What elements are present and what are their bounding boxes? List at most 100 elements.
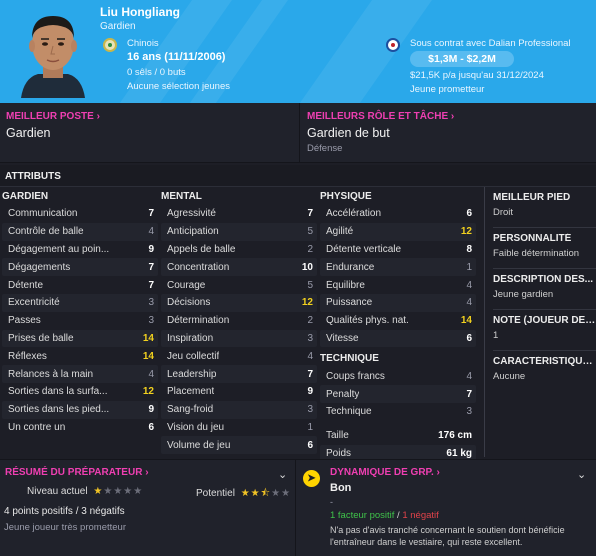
- chevron-right-icon: ›: [145, 467, 149, 478]
- attribute-row[interactable]: Leadership 7: [161, 365, 317, 383]
- best-role-title[interactable]: MEILLEURS RÔLE ET TÂCHE ›: [307, 111, 590, 122]
- nation-flag-icon[interactable]: [103, 38, 117, 52]
- attribute-row[interactable]: Réflexes 14: [2, 347, 158, 365]
- attribute-row[interactable]: Dégagement au poin... 9: [2, 241, 158, 259]
- goalkeeper-column: GARDIEN Communication 7 Contrôle de balle 4…: [2, 187, 158, 436]
- attribute-value: 5: [307, 279, 313, 291]
- attribute-name: Détente: [8, 279, 44, 291]
- attribute-row[interactable]: Penalty 7: [320, 385, 476, 403]
- attribute-row[interactable]: Accélération 6: [320, 205, 476, 223]
- attribute-name: Sorties dans les pied...: [8, 404, 110, 416]
- attribute-row[interactable]: Placement 9: [161, 383, 317, 401]
- attribute-row[interactable]: Relances à la main 4: [2, 365, 158, 383]
- physical-column: PHYSIQUE Accélération 6 Agilité 12 Détente v…: [320, 187, 476, 463]
- attribute-value: 5: [307, 226, 313, 238]
- attribute-value: 1: [307, 421, 313, 433]
- attribute-row[interactable]: Qualités phys. nat. 14: [320, 312, 476, 330]
- attribute-row[interactable]: Décisions 12: [161, 293, 317, 312]
- attribute-name: Décisions: [167, 297, 211, 309]
- coach-report-label: RÉSUMÉ DU PRÉPARATEUR: [5, 467, 143, 478]
- attribute-row[interactable]: Anticipation 5: [161, 222, 317, 241]
- coach-summary: Jeune joueur très prometteur: [4, 522, 126, 533]
- attribute-row[interactable]: Volume de jeu 6: [161, 436, 317, 455]
- star-icon: ★: [240, 488, 251, 499]
- attribute-value: 9: [148, 243, 154, 255]
- attribute-name: Courage: [167, 279, 206, 291]
- dynamics-value: Bon: [330, 482, 352, 494]
- attribute-row[interactable]: Concentration 10: [161, 258, 317, 277]
- attribute-value: 14: [142, 332, 154, 344]
- description-label[interactable]: DESCRIPTION DES...: [493, 274, 596, 285]
- attribute-row[interactable]: Excentricité 3: [2, 293, 158, 312]
- attribute-row[interactable]: Technique 3: [320, 403, 476, 421]
- attribute-value: 10: [301, 261, 313, 273]
- divider: [493, 350, 596, 351]
- attribute-row[interactable]: Communication 7: [2, 205, 158, 223]
- player-name: Liu Hongliang: [100, 5, 180, 19]
- best-position-title[interactable]: MEILLEUR POSTE ›: [6, 111, 293, 122]
- attribute-row[interactable]: Puissance 4: [320, 293, 476, 312]
- attribute-row[interactable]: Endurance 1: [320, 258, 476, 277]
- attribute-value: 7: [307, 368, 313, 380]
- foot-label: MEILLEUR PIED: [493, 192, 571, 203]
- attribute-row[interactable]: Prises de balle 14: [2, 329, 158, 348]
- note-label[interactable]: NOTE (JOUEUR DE C...: [493, 315, 596, 326]
- attribute-name: Contrôle de balle: [8, 226, 84, 238]
- attribute-row[interactable]: Coups francs 4: [320, 367, 476, 385]
- club-badge-icon[interactable]: [386, 38, 400, 52]
- coach-report-panel[interactable]: RÉSUMÉ DU PRÉPARATEUR › ⌄ Niveau actuel …: [0, 460, 296, 556]
- potential-ability-label: Potentiel: [196, 488, 235, 499]
- attribute-row[interactable]: Contrôle de balle 4: [2, 222, 158, 241]
- attribute-value: 3: [307, 332, 313, 344]
- attribute-row[interactable]: Passes 3: [2, 312, 158, 330]
- attribute-row[interactable]: Appels de balle 2: [161, 241, 317, 259]
- dynamics-title[interactable]: DYNAMIQUE DE GRP. ›: [330, 467, 591, 478]
- attribute-row[interactable]: Inspiration 3: [161, 329, 317, 348]
- attribute-value: 4: [148, 226, 154, 238]
- chevron-down-icon[interactable]: ⌄: [577, 468, 586, 481]
- attribute-row[interactable]: Sang-froid 3: [161, 400, 317, 419]
- attribute-value: 12: [460, 226, 472, 238]
- best-role-panel[interactable]: MEILLEURS RÔLE ET TÂCHE › Gardien de but…: [301, 103, 596, 163]
- attribute-value: 14: [142, 350, 154, 362]
- attribute-row[interactable]: Agressivité 7: [161, 205, 317, 223]
- attributes-title: ATTRIBUTS: [0, 165, 596, 187]
- attribute-value: 6: [466, 332, 472, 344]
- attribute-name: Inspiration: [167, 332, 214, 344]
- best-position-panel[interactable]: MEILLEUR POSTE › Gardien: [0, 103, 300, 163]
- attribute-row[interactable]: Détente 7: [2, 276, 158, 294]
- attribute-row[interactable]: Détente verticale 8: [320, 241, 476, 259]
- player-face-image: [21, 16, 85, 98]
- coach-report-title[interactable]: RÉSUMÉ DU PRÉPARATEUR ›: [5, 467, 290, 478]
- attribute-value: 6: [307, 439, 313, 451]
- contract-status: Jeune prometteur: [410, 84, 485, 95]
- attribute-name: Placement: [167, 386, 215, 398]
- attribute-value: 7: [307, 208, 313, 220]
- attribute-name: Sang-froid: [167, 404, 214, 416]
- best-role-sub: Défense: [307, 143, 343, 154]
- chevron-down-icon[interactable]: ⌄: [278, 468, 287, 481]
- team-dynamics-panel[interactable]: ➤ DYNAMIQUE DE GRP. › ⌄ Bon - 1 facteur …: [297, 460, 596, 556]
- attribute-name: Sorties dans la surfa...: [8, 386, 108, 398]
- attribute-row[interactable]: Équilibre 4: [320, 276, 476, 294]
- attribute-name: Détermination: [167, 315, 230, 327]
- divider: [493, 268, 596, 269]
- attribute-row[interactable]: Courage 5: [161, 276, 317, 294]
- attribute-row[interactable]: Détermination 2: [161, 312, 317, 330]
- attribute-value: 3: [466, 406, 472, 418]
- attribute-row[interactable]: Sorties dans les pied... 9: [2, 400, 158, 419]
- attribute-row[interactable]: Vitesse 6: [320, 329, 476, 348]
- attribute-name: Puissance: [326, 297, 373, 309]
- attribute-row[interactable]: Sorties dans la surfa... 12: [2, 383, 158, 401]
- player-nationality[interactable]: Chinois: [127, 38, 159, 49]
- contract-wage: $21,5K p/a jusqu'au 31/12/2024: [410, 70, 544, 81]
- attribute-row[interactable]: Agilité 12: [320, 222, 476, 241]
- attribute-row[interactable]: Un contre un 6: [2, 419, 158, 437]
- attribute-value: 8: [466, 243, 472, 255]
- attribute-row[interactable]: Jeu collectif 4: [161, 347, 317, 365]
- traits-label[interactable]: CARACTÉRISTIQUE...: [493, 356, 596, 367]
- attribute-row[interactable]: Dégagements 7: [2, 258, 158, 277]
- attribute-row[interactable]: Vision du jeu 1: [161, 419, 317, 437]
- divider: [493, 227, 596, 228]
- contract-club[interactable]: Sous contrat avec Dalian Professional: [410, 38, 571, 49]
